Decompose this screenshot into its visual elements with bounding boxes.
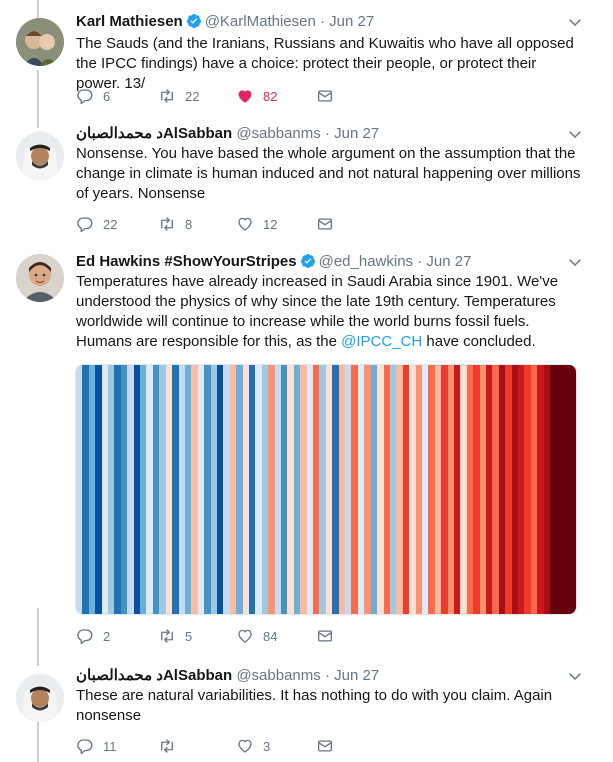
like-count: 12 <box>263 216 278 232</box>
reply-count: 22 <box>103 216 118 232</box>
display-name[interactable]: د محمدالصبانAlSabban <box>76 667 232 684</box>
stripe <box>569 365 576 614</box>
handle[interactable]: @ed_hawkins <box>319 253 413 270</box>
reply-count: 11 <box>103 738 117 754</box>
like-button[interactable]: 84 <box>236 626 277 646</box>
retweet-icon <box>161 217 173 231</box>
reply-button[interactable]: 22 <box>76 214 117 234</box>
heart-icon <box>238 217 252 231</box>
separator-dot: · <box>324 667 330 684</box>
tweet[interactable]: د محمدالصبانAlSabban @sabbanms · Jun 27 … <box>0 124 613 240</box>
avatar[interactable] <box>16 132 64 180</box>
reply-button[interactable]: 6 <box>76 86 110 106</box>
heart-icon <box>238 629 252 643</box>
tweet-text: Nonsense. You have based the whole argum… <box>76 145 581 202</box>
tweet-actions: 6 22 82 <box>76 86 556 106</box>
timestamp[interactable]: Jun 27 <box>329 13 374 30</box>
retweet-icon <box>161 89 173 103</box>
retweet-button[interactable]: 8 <box>158 214 192 234</box>
chevron-down-icon[interactable] <box>567 254 583 270</box>
message-button[interactable] <box>316 214 334 234</box>
heart-icon <box>238 739 252 753</box>
envelope-icon <box>317 740 333 752</box>
separator-dot: · <box>319 13 325 30</box>
message-button[interactable] <box>316 736 334 756</box>
retweet-button[interactable]: 5 <box>158 626 192 646</box>
retweet-button[interactable] <box>158 736 185 756</box>
handle[interactable]: @sabbanms <box>236 125 320 142</box>
verified-badge-icon <box>300 254 315 268</box>
tweet[interactable]: Karl Mathiesen @KarlMathiesen · Jun 27 Th… <box>0 12 613 112</box>
tweet-text: Temperatures have already increased in S… <box>76 272 584 352</box>
avatar[interactable] <box>16 18 64 66</box>
handle[interactable]: @sabbanms <box>236 667 320 684</box>
retweet-button[interactable]: 22 <box>158 86 199 106</box>
timestamp[interactable]: Jun 27 <box>426 253 471 270</box>
tweet-text-tail: have concluded. <box>422 333 536 350</box>
separator-dot: · <box>324 125 330 142</box>
tweet-actions: 11 3 <box>76 736 556 756</box>
reply-count: 2 <box>103 628 111 644</box>
tweet[interactable]: د محمدالصبانAlSabban @sabbanms · Jun 27 … <box>0 666 613 762</box>
like-count: 84 <box>263 628 278 644</box>
message-button[interactable] <box>316 86 334 106</box>
heart-filled-icon <box>238 90 252 103</box>
reply-icon <box>77 739 93 755</box>
like-button[interactable]: 12 <box>236 214 277 234</box>
envelope-icon <box>317 218 333 230</box>
reply-button[interactable]: 11 <box>76 736 117 756</box>
warming-stripes-image[interactable] <box>75 364 577 615</box>
display-name[interactable]: د محمدالصبانAlSabban <box>76 125 232 142</box>
verified-badge-icon <box>186 14 201 28</box>
handle[interactable]: @KarlMathiesen <box>205 13 316 30</box>
message-button[interactable] <box>316 626 334 646</box>
chevron-down-icon[interactable] <box>567 14 583 30</box>
tweet-text: The Sauds (and the Iranians, Russians an… <box>76 35 574 92</box>
tweet-actions: 22 8 12 <box>76 214 556 234</box>
chevron-down-icon[interactable] <box>567 126 583 142</box>
like-button[interactable]: 3 <box>236 736 270 756</box>
tweet-text: These are natural variabilities. It has … <box>76 687 553 724</box>
reply-icon <box>77 89 93 105</box>
mention-link[interactable]: @IPCC_CH <box>341 333 422 350</box>
avatar[interactable] <box>16 674 64 722</box>
like-count: 3 <box>263 738 271 754</box>
retweet-count: 8 <box>185 216 193 232</box>
display-name[interactable]: Ed Hawkins #ShowYourStripes <box>76 253 297 270</box>
tweet-header: Ed Hawkins #ShowYourStripes @ed_hawkins ·… <box>76 252 471 272</box>
like-count: 82 <box>263 88 278 104</box>
chevron-down-icon[interactable] <box>567 668 583 684</box>
reply-button[interactable]: 2 <box>76 626 110 646</box>
retweet-icon <box>161 739 173 753</box>
tweet-header: د محمدالصبانAlSabban @sabbanms · Jun 27 <box>76 666 379 686</box>
tweet-actions: 2 5 84 <box>76 626 556 646</box>
like-button[interactable]: 82 <box>236 86 277 106</box>
timestamp[interactable]: Jun 27 <box>334 125 379 142</box>
timestamp[interactable]: Jun 27 <box>334 667 379 684</box>
separator-dot: · <box>417 253 423 270</box>
tweet-header: Karl Mathiesen @KarlMathiesen · Jun 27 <box>76 12 374 32</box>
reply-count: 6 <box>103 88 111 104</box>
envelope-icon <box>317 630 333 642</box>
retweet-count: 22 <box>185 88 200 104</box>
retweet-icon <box>161 629 173 643</box>
reply-icon <box>77 629 93 645</box>
reply-icon <box>77 217 93 233</box>
retweet-count: 5 <box>185 628 193 644</box>
tweet-header: د محمدالصبانAlSabban @sabbanms · Jun 27 <box>76 124 379 144</box>
display-name[interactable]: Karl Mathiesen <box>76 13 183 30</box>
avatar[interactable] <box>16 254 64 302</box>
envelope-icon <box>317 90 333 102</box>
